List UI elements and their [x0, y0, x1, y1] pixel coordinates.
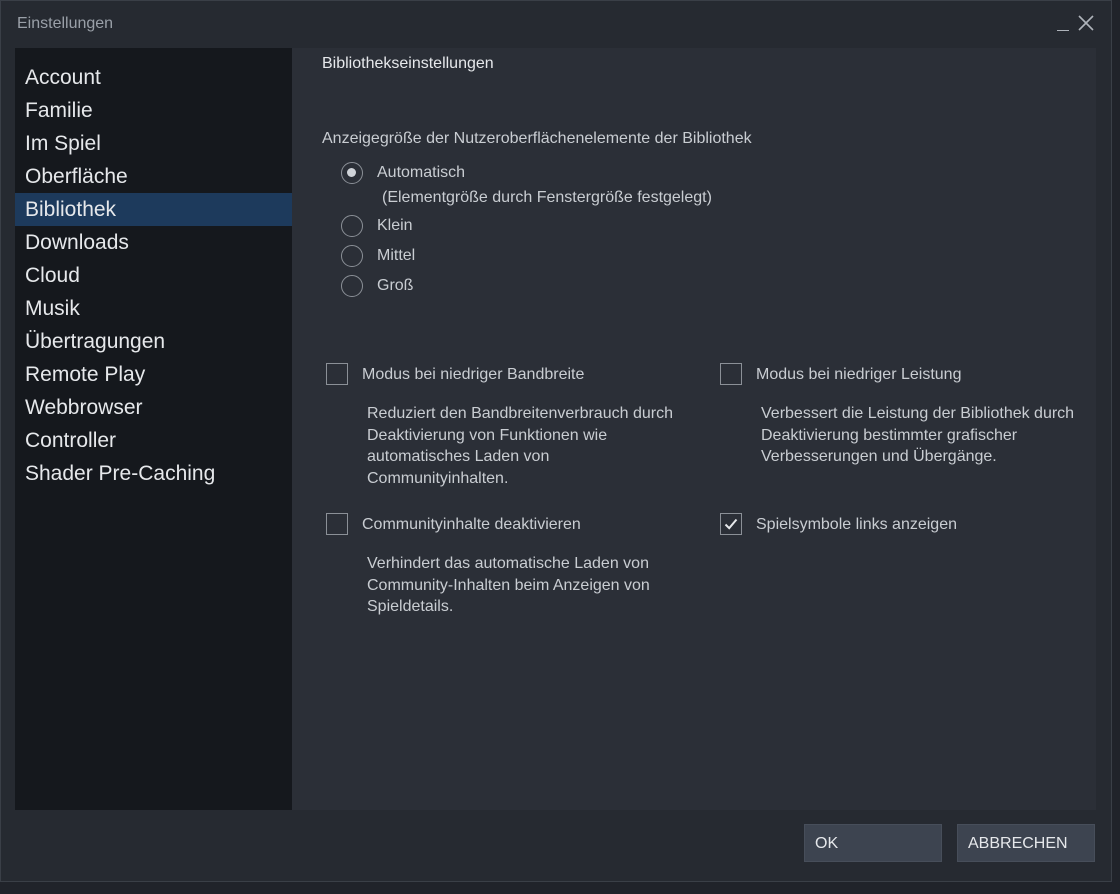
sidebar-item-familie[interactable]: Familie	[15, 94, 292, 127]
radio-unselected-icon	[341, 245, 363, 267]
radio-label-automatisch: Automatisch	[377, 164, 466, 181]
sidebar-item-im-spiel[interactable]: Im Spiel	[15, 127, 292, 160]
window-title: Einstellungen	[17, 15, 114, 32]
radio-unselected-icon	[341, 275, 363, 297]
disable-community-label: Communityinhalte deaktivieren	[362, 516, 581, 533]
settings-content: Bibliothekseinstellungen Anzeigegröße de…	[292, 48, 1096, 810]
cancel-button[interactable]: ABBRECHEN	[957, 824, 1095, 862]
checkbox-unchecked-icon	[326, 513, 348, 535]
sidebar-item-cloud[interactable]: Cloud	[15, 259, 292, 292]
sidebar-item-bibliothek[interactable]: Bibliothek	[15, 193, 292, 226]
radio-selected-icon	[341, 162, 363, 184]
title-bar: Einstellungen	[1, 1, 1111, 47]
page-title: Bibliothekseinstellungen	[322, 55, 494, 72]
automatisch-note: (Elementgröße durch Fenstergröße festgel…	[382, 189, 712, 206]
ok-button[interactable]: OK	[804, 824, 942, 862]
settings-window: Einstellungen Account Familie Im Spiel O…	[0, 0, 1112, 882]
sidebar-item-oberflaeche[interactable]: Oberfläche	[15, 160, 292, 193]
checkbox-unchecked-icon	[720, 363, 742, 385]
close-icon[interactable]	[1076, 11, 1098, 35]
game-icons-left-label: Spielsymbole links anzeigen	[756, 516, 957, 533]
display-size-label: Anzeigegröße der Nutzeroberflächenelemen…	[322, 130, 752, 147]
sidebar-item-shader-pre-caching[interactable]: Shader Pre-Caching	[15, 457, 292, 490]
low-performance-description: Verbessert die Leistung der Bibliothek d…	[761, 405, 1075, 465]
sidebar-item-musik[interactable]: Musik	[15, 292, 292, 325]
sidebar-item-controller[interactable]: Controller	[15, 424, 292, 457]
sidebar-item-webbrowser[interactable]: Webbrowser	[15, 391, 292, 424]
low-bandwidth-label: Modus bei niedriger Bandbreite	[362, 366, 585, 383]
radio-unselected-icon	[341, 215, 363, 237]
sidebar-item-remote-play[interactable]: Remote Play	[15, 358, 292, 391]
disable-community-description: Verhindert das automatische Laden von Co…	[367, 555, 650, 615]
radio-label-klein: Klein	[377, 217, 413, 234]
radio-label-mittel: Mittel	[377, 247, 416, 264]
low-performance-label: Modus bei niedriger Leistung	[756, 366, 962, 383]
settings-sidebar: Account Familie Im Spiel Oberfläche Bibl…	[15, 48, 292, 810]
sidebar-item-uebertragungen[interactable]: Übertragungen	[15, 325, 292, 358]
checkbox-unchecked-icon	[326, 363, 348, 385]
checkmark-icon	[720, 513, 742, 535]
sidebar-item-account[interactable]: Account	[15, 61, 292, 94]
minimize-icon[interactable]	[1055, 11, 1071, 35]
radio-label-gross: Groß	[377, 277, 414, 294]
low-bandwidth-description: Reduziert den Bandbreitenverbrauch durch…	[367, 405, 673, 487]
sidebar-item-downloads[interactable]: Downloads	[15, 226, 292, 259]
